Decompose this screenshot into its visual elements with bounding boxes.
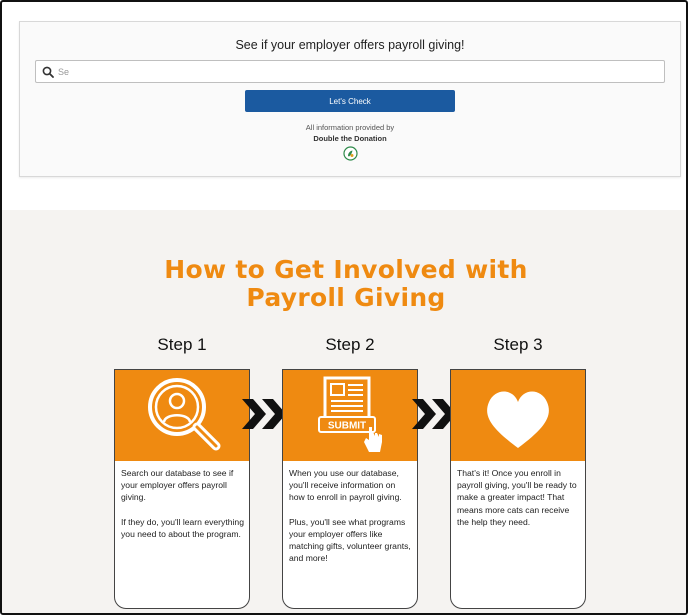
step-1-description: Search our database to see if your emplo…: [121, 467, 245, 552]
step-3-description: That's it! Once you enroll in payroll gi…: [457, 467, 581, 540]
step-2-card-header: SUBMIT: [283, 370, 417, 461]
page-frame: See if your employer offers payroll givi…: [0, 0, 688, 615]
step-3-card-header: [451, 370, 585, 461]
step-3-paragraph-1: That's it! Once you enroll in payroll gi…: [457, 468, 577, 527]
step-1-card: Search our database to see if your emplo…: [114, 369, 250, 609]
step-2-paragraph-2: Plus, you'll see what programs your empl…: [289, 516, 411, 564]
headline-line-2: Payroll Giving: [246, 283, 446, 312]
search-icon: [42, 66, 54, 78]
magnifier-person-icon: [148, 378, 221, 451]
heart-icon: [487, 391, 549, 448]
lets-check-button[interactable]: Let's Check: [245, 90, 455, 112]
search-box[interactable]: [35, 60, 665, 83]
payroll-search-widget: See if your employer offers payroll givi…: [19, 21, 681, 177]
step-1-label: Step 1: [157, 335, 207, 354]
step-3-label: Step 3: [493, 335, 543, 354]
step-3-card: That's it! Once you enroll in payroll gi…: [450, 369, 586, 609]
section-headline: How to Get Involved with Payroll Giving: [2, 255, 686, 312]
search-input[interactable]: [58, 63, 658, 80]
step-1-paragraph-2: If they do, you'll learn everything you …: [121, 516, 244, 539]
double-the-donation-logo-icon[interactable]: [343, 146, 358, 161]
step-1-card-header: [115, 370, 249, 461]
headline-line-1: How to Get Involved with: [164, 255, 528, 284]
submit-icon-text: SUBMIT: [328, 421, 366, 432]
submit-form-icon: SUBMIT: [318, 376, 382, 452]
chevron-right-double-icon: [242, 399, 286, 429]
widget-title: See if your employer offers payroll givi…: [235, 38, 465, 52]
info-provided-text: All information provided by: [305, 123, 395, 132]
step-1-paragraph-1: Search our database to see if your emplo…: [121, 468, 234, 503]
step-2-description: When you use our database, you'll receiv…: [289, 467, 413, 576]
step-2-paragraph-1: When you use our database, you'll receiv…: [289, 468, 402, 503]
provider-name: Double the Donation: [313, 134, 387, 143]
step-2-label: Step 2: [325, 335, 375, 354]
step-2-card: SUBMIT When you use our database, you'll…: [282, 369, 418, 609]
how-to-section: How to Get Involved with Payroll Giving …: [2, 210, 686, 613]
